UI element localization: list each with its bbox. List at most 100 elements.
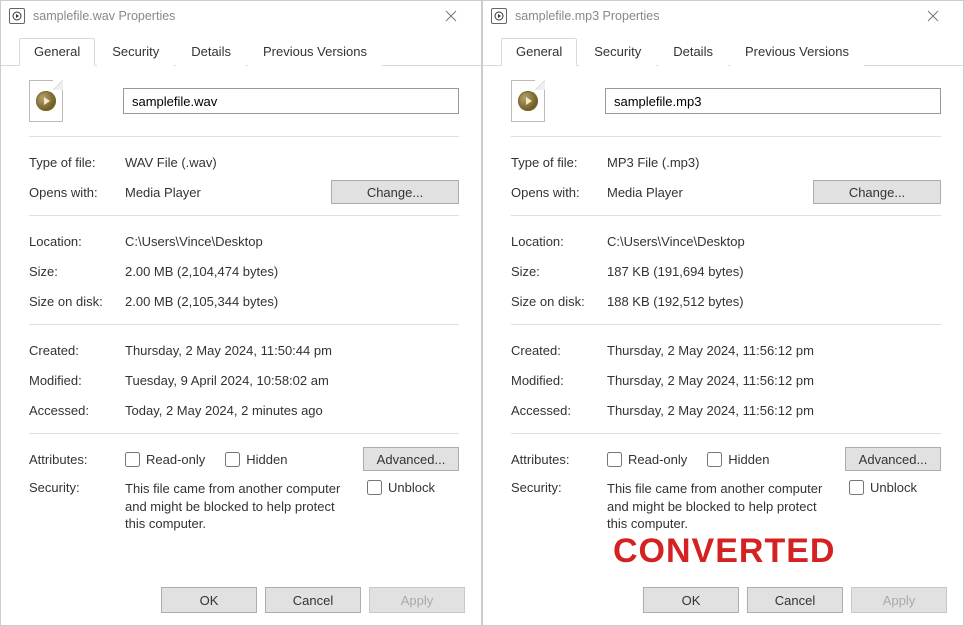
- label-size-on-disk: Size on disk:: [29, 294, 125, 309]
- separator: [511, 215, 941, 216]
- tab-details[interactable]: Details: [176, 38, 246, 66]
- file-type-icon: [511, 80, 545, 122]
- window-title: samplefile.mp3 Properties: [515, 9, 911, 23]
- value-modified: Thursday, 2 May 2024, 11:56:12 pm: [607, 373, 941, 388]
- converted-overlay-text: CONVERTED: [613, 532, 835, 571]
- label-opens-with: Opens with:: [511, 185, 607, 200]
- ok-button[interactable]: OK: [643, 587, 739, 613]
- apply-button[interactable]: Apply: [851, 587, 947, 613]
- value-accessed: Thursday, 2 May 2024, 11:56:12 pm: [607, 403, 941, 418]
- readonly-label: Read-only: [146, 452, 205, 467]
- value-security: This file came from another computer and…: [607, 480, 837, 533]
- readonly-checkbox[interactable]: Read-only: [125, 452, 205, 467]
- label-opens-with: Opens with:: [29, 185, 125, 200]
- tab-security[interactable]: Security: [97, 38, 174, 66]
- advanced-button[interactable]: Advanced...: [845, 447, 941, 471]
- label-size-on-disk: Size on disk:: [511, 294, 607, 309]
- value-created: Thursday, 2 May 2024, 11:56:12 pm: [607, 343, 941, 358]
- value-location: C:\Users\Vince\Desktop: [607, 234, 941, 249]
- unblock-label: Unblock: [870, 480, 917, 495]
- hidden-checkbox[interactable]: Hidden: [707, 452, 769, 467]
- separator: [511, 324, 941, 325]
- label-attributes: Attributes:: [29, 452, 125, 467]
- change-button[interactable]: Change...: [813, 180, 941, 204]
- separator: [29, 433, 459, 434]
- readonly-checkbox-input[interactable]: [125, 452, 140, 467]
- label-created: Created:: [511, 343, 607, 358]
- unblock-checkbox[interactable]: Unblock: [367, 480, 435, 495]
- titlebar: samplefile.wav Properties: [1, 1, 481, 31]
- hidden-label: Hidden: [728, 452, 769, 467]
- separator: [511, 433, 941, 434]
- app-icon: [9, 8, 25, 24]
- tab-content: Type of file: WAV File (.wav) Opens with…: [1, 66, 481, 579]
- unblock-label: Unblock: [388, 480, 435, 495]
- file-type-icon: [29, 80, 63, 122]
- separator: [29, 136, 459, 137]
- unblock-checkbox-input[interactable]: [367, 480, 382, 495]
- tab-security[interactable]: Security: [579, 38, 656, 66]
- label-accessed: Accessed:: [29, 403, 125, 418]
- unblock-checkbox[interactable]: Unblock: [849, 480, 917, 495]
- app-icon: [491, 8, 507, 24]
- advanced-button[interactable]: Advanced...: [363, 447, 459, 471]
- label-modified: Modified:: [511, 373, 607, 388]
- readonly-label: Read-only: [628, 452, 687, 467]
- dialog-footer: OK Cancel Apply: [483, 579, 963, 625]
- separator: [29, 324, 459, 325]
- close-button[interactable]: [429, 2, 473, 30]
- tab-content: Type of file: MP3 File (.mp3) Opens with…: [483, 66, 963, 579]
- label-security: Security:: [29, 480, 125, 495]
- filename-input[interactable]: [605, 88, 941, 114]
- tab-details[interactable]: Details: [658, 38, 728, 66]
- label-created: Created:: [29, 343, 125, 358]
- properties-dialog-left: samplefile.wav Properties General Securi…: [0, 0, 482, 626]
- label-size: Size:: [511, 264, 607, 279]
- value-location: C:\Users\Vince\Desktop: [125, 234, 459, 249]
- value-size-on-disk: 188 KB (192,512 bytes): [607, 294, 941, 309]
- unblock-checkbox-input[interactable]: [849, 480, 864, 495]
- label-location: Location:: [29, 234, 125, 249]
- tab-previous-versions[interactable]: Previous Versions: [730, 38, 864, 66]
- value-opens-with: Media Player: [125, 185, 201, 200]
- hidden-checkbox[interactable]: Hidden: [225, 452, 287, 467]
- cancel-button[interactable]: Cancel: [265, 587, 361, 613]
- window-title: samplefile.wav Properties: [33, 9, 429, 23]
- value-size: 2.00 MB (2,104,474 bytes): [125, 264, 459, 279]
- value-accessed: Today, 2 May 2024, 2 minutes ago: [125, 403, 459, 418]
- change-button[interactable]: Change...: [331, 180, 459, 204]
- readonly-checkbox-input[interactable]: [607, 452, 622, 467]
- value-security: This file came from another computer and…: [125, 480, 355, 533]
- label-type-of-file: Type of file:: [511, 155, 607, 170]
- value-created: Thursday, 2 May 2024, 11:50:44 pm: [125, 343, 459, 358]
- readonly-checkbox[interactable]: Read-only: [607, 452, 687, 467]
- filename-input[interactable]: [123, 88, 459, 114]
- tab-general[interactable]: General: [501, 38, 577, 66]
- value-size-on-disk: 2.00 MB (2,105,344 bytes): [125, 294, 459, 309]
- label-size: Size:: [29, 264, 125, 279]
- value-opens-with: Media Player: [607, 185, 683, 200]
- cancel-button[interactable]: Cancel: [747, 587, 843, 613]
- value-type-of-file: WAV File (.wav): [125, 155, 459, 170]
- separator: [29, 215, 459, 216]
- dialog-footer: OK Cancel Apply: [1, 579, 481, 625]
- hidden-label: Hidden: [246, 452, 287, 467]
- value-size: 187 KB (191,694 bytes): [607, 264, 941, 279]
- tab-row: General Security Details Previous Versio…: [483, 31, 963, 66]
- value-type-of-file: MP3 File (.mp3): [607, 155, 941, 170]
- label-modified: Modified:: [29, 373, 125, 388]
- separator: [511, 136, 941, 137]
- apply-button[interactable]: Apply: [369, 587, 465, 613]
- hidden-checkbox-input[interactable]: [225, 452, 240, 467]
- tab-row: General Security Details Previous Versio…: [1, 31, 481, 66]
- hidden-checkbox-input[interactable]: [707, 452, 722, 467]
- tab-previous-versions[interactable]: Previous Versions: [248, 38, 382, 66]
- tab-general[interactable]: General: [19, 38, 95, 66]
- label-security: Security:: [511, 480, 607, 495]
- close-button[interactable]: [911, 2, 955, 30]
- label-location: Location:: [511, 234, 607, 249]
- ok-button[interactable]: OK: [161, 587, 257, 613]
- value-modified: Tuesday, 9 April 2024, 10:58:02 am: [125, 373, 459, 388]
- titlebar: samplefile.mp3 Properties: [483, 1, 963, 31]
- label-type-of-file: Type of file:: [29, 155, 125, 170]
